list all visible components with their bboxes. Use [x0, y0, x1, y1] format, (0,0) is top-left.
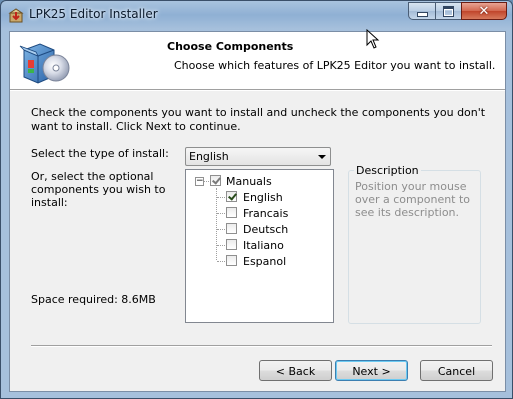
- tree-checkbox-italiano[interactable]: [226, 239, 237, 250]
- tree-connector: [217, 245, 225, 246]
- install-type-dropdown[interactable]: English: [185, 147, 331, 166]
- install-type-value: English: [189, 150, 229, 163]
- page-title: Choose Components: [167, 40, 294, 53]
- tree-checkbox-francais[interactable]: [226, 207, 237, 218]
- close-icon: ✕: [478, 3, 490, 19]
- tree-checkbox-english[interactable]: [226, 191, 237, 202]
- maximize-icon: [443, 5, 454, 17]
- description-caption: Description: [354, 164, 421, 177]
- window-title: LPK25 Editor Installer: [29, 7, 158, 21]
- minimize-button[interactable]: [408, 2, 435, 20]
- mouse-cursor-icon: [366, 29, 380, 49]
- tree-item-deutsch[interactable]: Deutsch: [243, 223, 288, 236]
- page-subtitle: Choose which features of LPK25 Editor yo…: [174, 59, 496, 72]
- space-required-label: Space required: 8.6MB: [31, 293, 156, 306]
- tree-item-english[interactable]: English: [243, 191, 283, 204]
- tree-checkbox-espanol[interactable]: [226, 255, 237, 266]
- installer-app-icon: [8, 8, 24, 23]
- cancel-button[interactable]: Cancel: [420, 360, 493, 381]
- tree-item-italiano[interactable]: Italiano: [243, 239, 284, 252]
- tree-connector: [217, 261, 225, 262]
- next-button[interactable]: Next >: [335, 360, 408, 381]
- tree-connector: [204, 181, 209, 182]
- back-button[interactable]: < Back: [259, 360, 332, 381]
- minimize-icon: [416, 12, 428, 17]
- title-bar[interactable]: LPK25 Editor Installer ✕: [1, 1, 512, 31]
- tree-item-francais[interactable]: Francais: [243, 207, 288, 220]
- installer-client-area: Choose Components Choose which features …: [9, 31, 506, 392]
- maximize-button[interactable]: [435, 2, 461, 20]
- intro-text: Check the components you want to install…: [31, 106, 486, 133]
- install-type-label: Select the type of install:: [31, 147, 169, 160]
- tree-item-espanol[interactable]: Espanol: [243, 255, 286, 268]
- optional-components-label: Or, select the optional components you w…: [31, 170, 166, 209]
- tree-checkbox-manuals[interactable]: [210, 175, 221, 186]
- tree-connector: [217, 213, 225, 214]
- tree-checkbox-deutsch[interactable]: [226, 223, 237, 234]
- caption-buttons: ✕: [408, 2, 507, 21]
- installer-window: LPK25 Editor Installer ✕ Choose Componen…: [0, 0, 513, 399]
- close-button[interactable]: ✕: [461, 2, 507, 20]
- tree-connector: [216, 188, 217, 260]
- footer-separator: [31, 345, 492, 347]
- page-header: Choose Components Choose which features …: [10, 32, 505, 90]
- description-text: Position your mouse over a component to …: [355, 180, 471, 219]
- tree-collapse-icon[interactable]: −: [195, 177, 204, 186]
- installer-box-cd-icon: [19, 43, 70, 84]
- tree-connector: [217, 197, 225, 198]
- chevron-down-icon: [318, 155, 326, 159]
- tree-connector: [217, 229, 225, 230]
- components-tree[interactable]: − Manuals English Francais Deutsch Itali…: [185, 169, 334, 323]
- tree-item-manuals[interactable]: Manuals: [226, 175, 272, 188]
